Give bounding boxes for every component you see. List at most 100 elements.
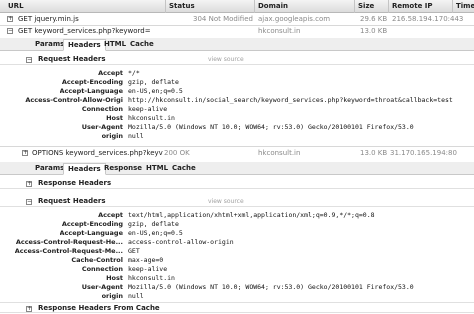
- collapse-icon[interactable]: −: [26, 199, 32, 205]
- request-headers-section[interactable]: − Request Headers view source: [0, 196, 474, 207]
- column-separator[interactable]: [254, 0, 255, 13]
- tab-cache[interactable]: Cache: [126, 39, 158, 51]
- header-value: Mozilla/5.0 (Windows NT 10.0; WOW64; rv:…: [128, 123, 414, 131]
- request-row[interactable]: + GET jquery.min.js 304 Not Modified aja…: [0, 14, 474, 25]
- column-separator[interactable]: [452, 0, 453, 13]
- collapse-icon[interactable]: −: [7, 28, 13, 34]
- expand-icon[interactable]: +: [7, 16, 13, 22]
- header-row: Host hkconsult.in: [0, 114, 474, 122]
- header-key: Accept: [98, 69, 123, 77]
- header-key: Accept-Language: [59, 87, 124, 95]
- response-headers-cache-section[interactable]: + Response Headers From Cache: [0, 302, 474, 313]
- header-value: hkconsult.in: [128, 114, 175, 122]
- request-size: 13.0 KB: [360, 149, 388, 157]
- section-label: Response Headers: [38, 179, 112, 187]
- header-value: hkconsult.in: [128, 274, 175, 282]
- request-size: 13.0 KB: [360, 27, 388, 35]
- header-row: Connection keep-alive: [0, 105, 474, 113]
- section-label: Request Headers: [38, 197, 106, 205]
- column-header-bar: URL Status Domain Size Remote IP Time: [0, 0, 474, 13]
- header-row: Accept-Language en-US,en;q=0.5: [0, 87, 474, 95]
- header-key: Accept-Language: [59, 229, 124, 237]
- header-key: Cache-Control: [71, 256, 123, 264]
- header-key: origin: [101, 132, 123, 140]
- header-value: Mozilla/5.0 (Windows NT 10.0; WOW64; rv:…: [128, 283, 414, 291]
- header-value: keep-alive: [128, 265, 168, 273]
- request-tabs: Params Headers Response HTML Cache: [0, 162, 474, 175]
- header-value: */*: [128, 69, 140, 77]
- request-status: 304 Not Modified: [193, 15, 253, 23]
- header-value: max-age=0: [128, 256, 164, 264]
- header-row: Connection keep-alive: [0, 265, 474, 273]
- header-key: Accept-Encoding: [61, 78, 123, 86]
- request-url[interactable]: OPTIONS keyword_services.php?keyv: [32, 149, 163, 157]
- header-row: Cache-Control max-age=0: [0, 256, 474, 264]
- request-remote-ip: 31.170.165.194:80: [390, 149, 457, 157]
- header-row: origin null: [0, 132, 474, 140]
- section-label: Response Headers From Cache: [38, 304, 160, 312]
- header-row: Accept-Encoding gzip, deflate: [0, 220, 474, 228]
- header-key: Host: [106, 274, 123, 282]
- request-url[interactable]: GET jquery.min.js: [18, 15, 79, 23]
- header-key: Connection: [81, 265, 123, 273]
- request-tabs: Params Headers HTML Cache: [0, 38, 474, 51]
- view-source-link[interactable]: view source: [208, 56, 244, 63]
- collapse-icon[interactable]: +: [22, 150, 28, 156]
- request-headers-section[interactable]: − Request Headers view source: [0, 54, 474, 65]
- request-domain: hkconsult.in: [258, 149, 301, 157]
- header-row: origin null: [0, 292, 474, 300]
- column-status[interactable]: Status: [169, 2, 195, 10]
- view-source-link[interactable]: view source: [208, 198, 244, 205]
- tab-cache[interactable]: Cache: [168, 163, 200, 175]
- header-value: null: [128, 292, 144, 300]
- header-value: keep-alive: [128, 105, 168, 113]
- header-row: Accept */*: [0, 69, 474, 77]
- header-row: User-Agent Mozilla/5.0 (Windows NT 10.0; …: [0, 283, 474, 291]
- column-separator[interactable]: [388, 0, 389, 13]
- column-url[interactable]: URL: [8, 2, 24, 10]
- header-value: en-US,en;q=0.5: [128, 229, 183, 237]
- header-key: User-Agent: [81, 123, 123, 131]
- request-remote-ip: 216.58.194.170:443: [392, 15, 464, 23]
- header-row: Accept-Language en-US,en;q=0.5: [0, 229, 474, 237]
- column-size[interactable]: Size: [358, 2, 374, 10]
- expand-icon[interactable]: +: [26, 181, 32, 187]
- header-row: Host hkconsult.in: [0, 274, 474, 282]
- row-divider: [0, 146, 474, 147]
- request-status: 200 OK: [164, 149, 190, 157]
- request-domain: hkconsult.in: [258, 27, 301, 35]
- header-key: User-Agent: [81, 283, 123, 291]
- tab-response[interactable]: Response: [100, 163, 146, 175]
- header-value: gzip, deflate: [128, 220, 179, 228]
- column-domain[interactable]: Domain: [258, 2, 288, 10]
- header-row: Accept-Encoding gzip, deflate: [0, 78, 474, 86]
- header-key: Accept: [98, 211, 123, 219]
- column-timeline[interactable]: Time: [456, 2, 474, 10]
- header-row: Accept text/html,application/xhtml+xml,ap…: [0, 211, 474, 219]
- column-separator[interactable]: [165, 0, 166, 13]
- request-domain: ajax.googleapis.com: [258, 15, 331, 23]
- request-url[interactable]: GET keyword_services.php?keyword=: [18, 27, 151, 35]
- expand-icon[interactable]: +: [26, 306, 32, 312]
- header-key: Accept-Encoding: [61, 220, 123, 228]
- request-row[interactable]: − GET keyword_services.php?keyword= hkco…: [0, 26, 474, 37]
- section-label: Request Headers: [38, 55, 106, 63]
- column-separator[interactable]: [354, 0, 355, 13]
- header-value: http://hkconsult.in/social_search/keywor…: [128, 96, 453, 104]
- header-row: User-Agent Mozilla/5.0 (Windows NT 10.0; …: [0, 123, 474, 131]
- header-value: GET: [128, 247, 140, 255]
- header-key: origin: [101, 292, 123, 300]
- header-row: Access-Control-Allow-Origi http://hkconsu…: [0, 96, 474, 104]
- header-value: gzip, deflate: [128, 78, 179, 86]
- header-key: Access-Control-Allow-Origi: [25, 96, 123, 104]
- header-value: en-US,en;q=0.5: [128, 87, 183, 95]
- request-size: 29.6 KB: [360, 15, 388, 23]
- header-value: text/html,application/xhtml+xml,applicat…: [128, 211, 375, 219]
- header-key: Connection: [81, 105, 123, 113]
- response-headers-section[interactable]: + Response Headers: [0, 178, 474, 189]
- collapse-icon[interactable]: −: [26, 57, 32, 63]
- header-row: Access-Control-Request-He... access-contr…: [0, 238, 474, 246]
- header-value: access-control-allow-origin: [128, 238, 234, 246]
- request-row[interactable]: + OPTIONS keyword_services.php?keyv 200 …: [0, 148, 474, 159]
- column-remote-ip[interactable]: Remote IP: [392, 2, 433, 10]
